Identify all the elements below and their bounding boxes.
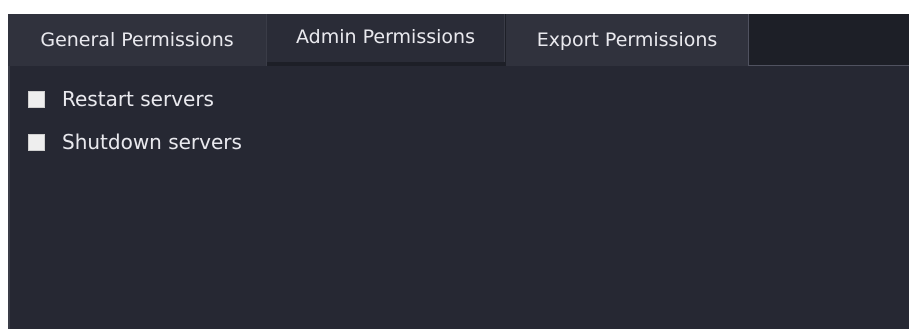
tab-general-permissions[interactable]: General Permissions xyxy=(8,14,267,66)
tab-admin-permissions[interactable]: Admin Permissions xyxy=(267,14,505,62)
restart-servers-label: Restart servers xyxy=(62,87,214,111)
tab-bar: General Permissions Admin Permissions Ex… xyxy=(8,14,909,67)
tab-panel: Restart servers Shutdown servers xyxy=(8,66,909,329)
permissions-dialog: General Permissions Admin Permissions Ex… xyxy=(8,14,909,329)
restart-servers-option[interactable]: Restart servers xyxy=(28,84,214,114)
shutdown-servers-label: Shutdown servers xyxy=(62,130,242,154)
tab-export-permissions[interactable]: Export Permissions xyxy=(506,14,749,67)
shutdown-servers-option[interactable]: Shutdown servers xyxy=(28,127,242,157)
restart-servers-checkbox[interactable] xyxy=(28,90,45,108)
shutdown-servers-checkbox[interactable] xyxy=(28,133,45,151)
